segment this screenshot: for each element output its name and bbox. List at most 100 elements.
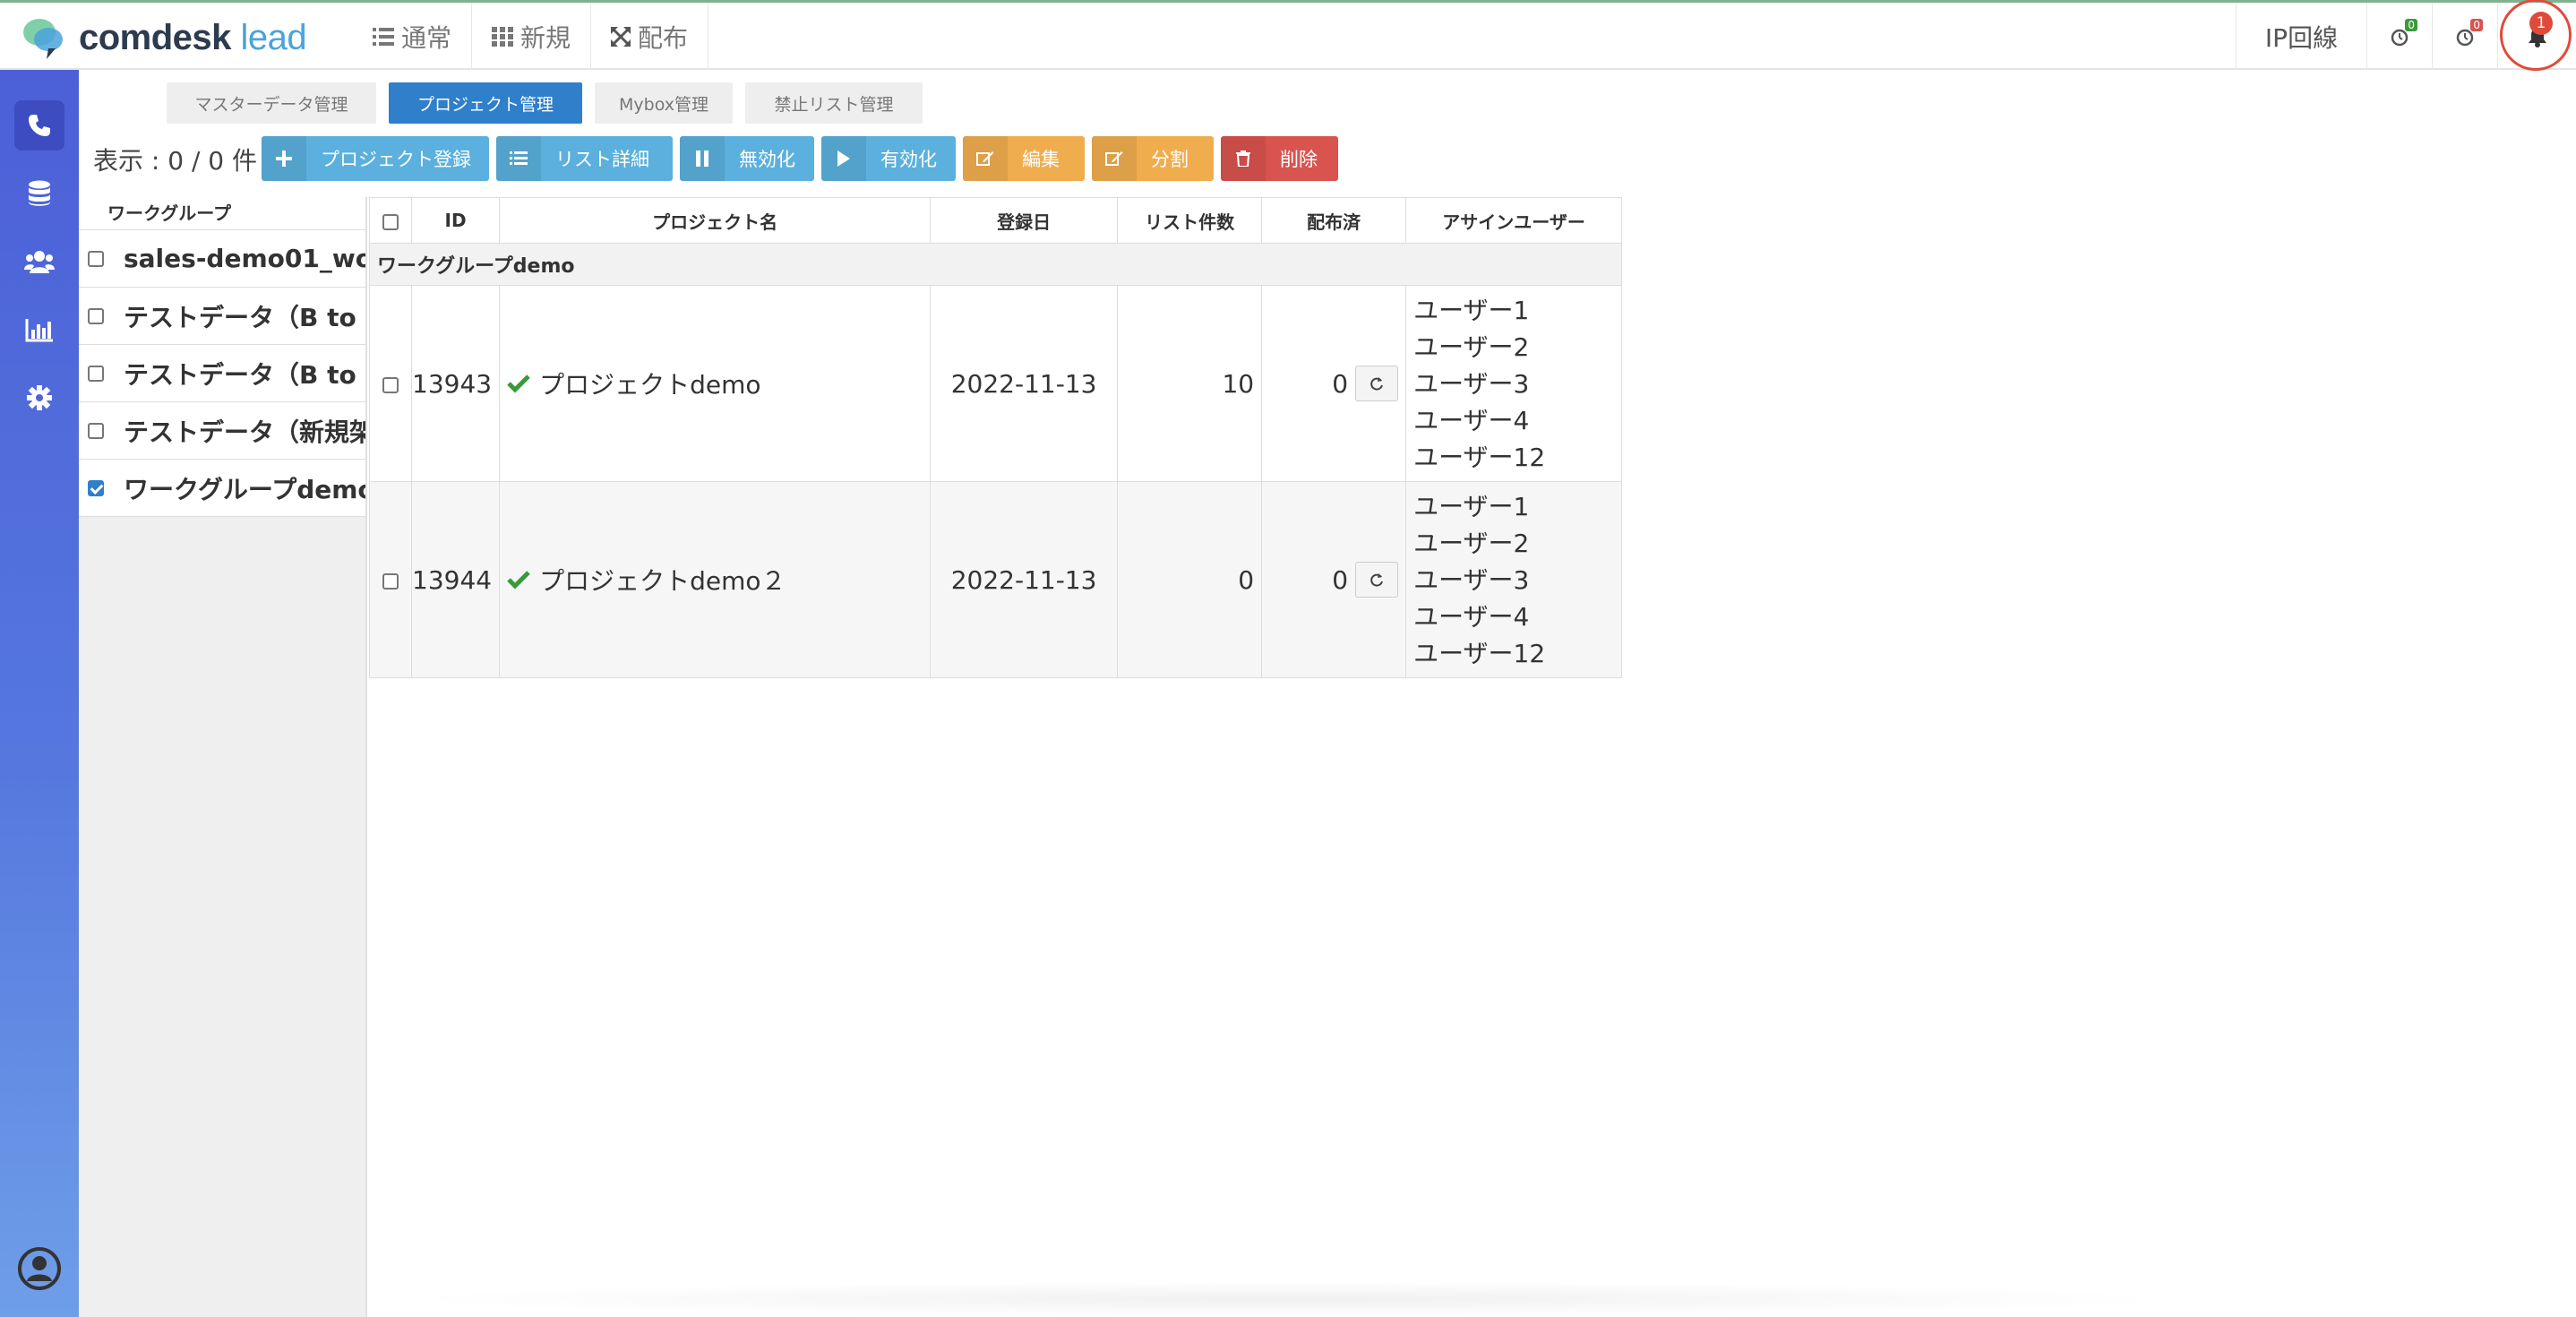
- timer-button-1[interactable]: 0: [2366, 3, 2432, 70]
- sidebar-item-reports[interactable]: [14, 305, 64, 355]
- project-name-cell[interactable]: プロジェクトdemo: [499, 285, 932, 482]
- list-detail-button[interactable]: リスト詳細: [496, 136, 673, 181]
- notification-button[interactable]: 1: [2497, 0, 2576, 71]
- registered-date: 2022-11-13: [930, 285, 1119, 482]
- workgroup-checkbox[interactable]: [88, 365, 104, 382]
- notification-badge: 1: [2529, 12, 2553, 35]
- project-id: 13943: [410, 285, 501, 482]
- nav-item-label: 通常: [401, 22, 452, 53]
- trash-icon: [1221, 136, 1266, 181]
- project-id: 13944: [410, 481, 501, 678]
- workgroup-label: テストデータ（B to B）: [124, 302, 365, 332]
- sidebar-item-database[interactable]: [14, 168, 64, 219]
- nav-right: IP回線 0 0 1: [2236, 0, 2576, 71]
- button-label: プロジェクト登録: [321, 149, 471, 170]
- split-button[interactable]: 分割: [1092, 136, 1214, 181]
- workgroup-panel: ワークグループ sales-demo01_workgroup テストデータ（B …: [79, 197, 367, 1317]
- nav-item-normal[interactable]: 通常: [353, 3, 473, 70]
- brand-logo-icon: [21, 14, 66, 61]
- grid-icon: [492, 26, 514, 47]
- workgroup-item[interactable]: sales-demo01_workgroup: [79, 230, 365, 288]
- group-row: ワークグループdemo: [368, 243, 1623, 286]
- expand-icon: [611, 26, 631, 47]
- registered-date: 2022-11-13: [930, 481, 1119, 678]
- col-header-assigned-users[interactable]: アサインユーザー: [1405, 197, 1623, 244]
- project-register-button[interactable]: プロジェクト登録: [262, 136, 489, 181]
- edit-icon: [1092, 136, 1137, 181]
- tab-master-data[interactable]: マスターデータ管理: [167, 82, 376, 124]
- list-count: 0: [1117, 481, 1263, 678]
- tab-label: プロジェクト管理: [416, 94, 554, 115]
- table-row[interactable]: 13943 プロジェクトdemo 2022-11-13 10 0 ユーザー1 ユ…: [369, 285, 1623, 482]
- col-header-registered-date[interactable]: 登録日: [930, 197, 1119, 244]
- col-header-id[interactable]: ID: [410, 197, 501, 244]
- distributed-count: 0: [1332, 564, 1349, 595]
- workgroup-item[interactable]: テストデータ（B to B）: [79, 288, 365, 345]
- workgroup-item-selected[interactable]: ワークグループdemo: [79, 460, 365, 517]
- highlight-circle: [2500, 0, 2572, 71]
- account-icon: [18, 1247, 61, 1290]
- sidebar-item-users[interactable]: [14, 237, 64, 287]
- tab-mybox[interactable]: Mybox管理: [595, 82, 733, 124]
- workgroup-checkbox[interactable]: [88, 307, 104, 324]
- workgroup-item[interactable]: テストデータ（新規架電）: [79, 402, 365, 460]
- account-button[interactable]: [14, 1244, 64, 1294]
- tab-project-management[interactable]: プロジェクト管理: [389, 82, 582, 124]
- workgroup-item[interactable]: テストデータ（B to C）: [79, 345, 365, 402]
- nav-item-label: 配布: [638, 22, 689, 53]
- col-header-list-count[interactable]: リスト件数: [1117, 197, 1263, 244]
- nav-item-new[interactable]: 新規: [472, 3, 592, 70]
- col-header-project-name[interactable]: プロジェクト名: [499, 197, 932, 244]
- footer-shadow: [394, 1281, 2185, 1317]
- enable-button[interactable]: 有効化: [821, 136, 956, 181]
- tab-blocklist[interactable]: 禁止リスト管理: [745, 82, 923, 124]
- distributed-count: 0: [1332, 368, 1349, 399]
- assigned-user: ユーザー2: [1413, 528, 1530, 558]
- col-header-distributed[interactable]: 配布済: [1261, 197, 1407, 244]
- tab-label: マスターデータ管理: [194, 94, 348, 115]
- select-all-checkbox[interactable]: [382, 213, 399, 230]
- assigned-user: ユーザー12: [1413, 638, 1546, 668]
- project-name: プロジェクトdemo: [539, 370, 761, 400]
- list-icon: [373, 27, 394, 46]
- workgroup-checkbox[interactable]: [88, 422, 104, 439]
- button-label: リスト詳細: [555, 149, 649, 170]
- refresh-button[interactable]: [1355, 562, 1399, 598]
- refresh-button[interactable]: [1355, 366, 1399, 401]
- button-label: 有効化: [880, 149, 937, 170]
- workgroup-label: テストデータ（B to C）: [124, 359, 365, 390]
- table-row[interactable]: 13944 プロジェクトdemo２ 2022-11-13 0 0 ユーザー1 ユ…: [369, 481, 1623, 678]
- list-count: 10: [1117, 285, 1263, 482]
- group-label: ワークグループdemo: [368, 243, 1623, 286]
- disable-button[interactable]: 無効化: [680, 136, 814, 181]
- tab-bar: マスターデータ管理 プロジェクト管理 Mybox管理 禁止リスト管理: [167, 82, 923, 124]
- ip-line-button[interactable]: IP回線: [2236, 3, 2366, 70]
- database-icon: [29, 180, 50, 206]
- brand[interactable]: comdesk lead: [21, 12, 307, 64]
- assigned-users-cell: ユーザー1 ユーザー2 ユーザー3 ユーザー4 ユーザー12: [1405, 285, 1623, 482]
- assigned-user: ユーザー4: [1413, 601, 1530, 632]
- timer-badge: 0: [2470, 19, 2483, 31]
- sidebar-item-phone[interactable]: [14, 100, 64, 151]
- timer-button-2[interactable]: 0: [2432, 3, 2497, 70]
- check-icon: [507, 374, 530, 393]
- assigned-user: ユーザー3: [1413, 564, 1530, 595]
- nav-item-distribute[interactable]: 配布: [591, 3, 709, 70]
- sidebar-item-settings[interactable]: [14, 373, 64, 423]
- button-label: 編集: [1022, 149, 1060, 170]
- top-navbar: comdesk lead 通常 新規 配布 IP回線 0 0 1: [0, 0, 2576, 71]
- timer-badge: 0: [2405, 19, 2417, 31]
- row-checkbox[interactable]: [382, 572, 399, 590]
- assigned-user: ユーザー1: [1413, 491, 1530, 521]
- delete-button[interactable]: 削除: [1221, 136, 1338, 181]
- project-name-cell[interactable]: プロジェクトdemo２: [499, 481, 932, 678]
- row-checkbox[interactable]: [382, 376, 399, 393]
- assigned-user: ユーザー2: [1413, 331, 1530, 362]
- project-table: ID プロジェクト名 登録日 リスト件数 配布済 アサインユーザー ワークグルー…: [368, 197, 1623, 678]
- edit-button[interactable]: 編集: [963, 136, 1085, 181]
- button-label: 無効化: [739, 149, 795, 170]
- workgroup-checkbox-checked[interactable]: [88, 479, 104, 496]
- workgroup-checkbox[interactable]: [88, 250, 104, 267]
- list-icon: [496, 136, 541, 181]
- nav-item-label: 新規: [520, 22, 571, 53]
